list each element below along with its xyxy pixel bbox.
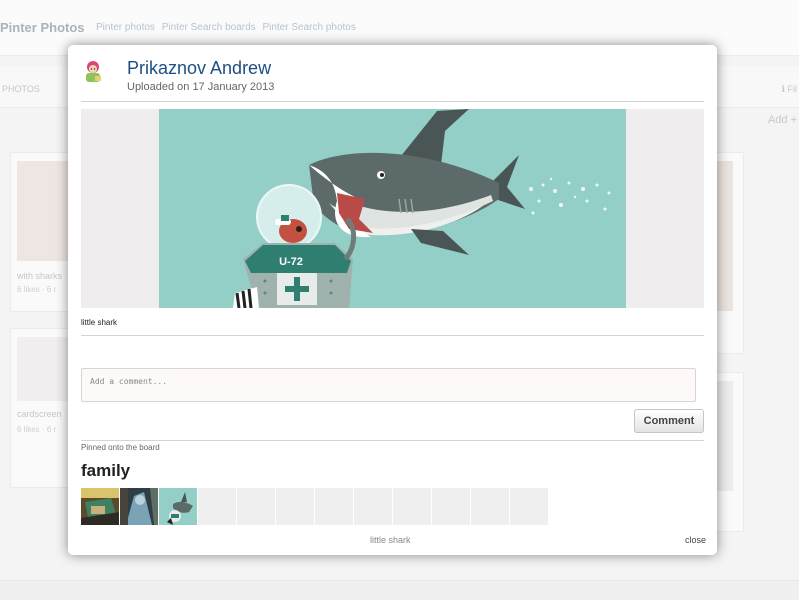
close-link[interactable]: close [685, 535, 706, 545]
board-thumbnail-empty [237, 488, 276, 525]
nav-link-search-photos[interactable]: Pinter Search photos [262, 22, 355, 33]
upload-date: Uploaded on 17 January 2013 [127, 81, 275, 93]
board-thumbnail[interactable] [120, 488, 159, 525]
board-thumbnail[interactable] [81, 488, 120, 525]
add-button[interactable]: Add + [768, 114, 797, 126]
photo-frame: U-72 [81, 109, 704, 308]
board-name[interactable]: family [81, 461, 130, 481]
pinned-label: Pinned onto the board [81, 443, 160, 452]
background-footer [0, 580, 799, 600]
photo-caption: little shark [81, 318, 118, 327]
comment-button[interactable]: Comment [634, 409, 704, 433]
card-thumbnail [717, 161, 733, 311]
board-thumbnail-empty [510, 488, 549, 525]
divider [81, 101, 704, 102]
background-card[interactable] [714, 372, 744, 532]
card-thumbnail [717, 381, 733, 491]
bottom-caption: little shark [370, 535, 411, 545]
site-logo[interactable]: Pinter Photos [0, 20, 85, 35]
tab-photos[interactable]: PHOTOS [2, 84, 40, 94]
board-thumbnail-empty [354, 488, 393, 525]
comment-input[interactable]: Add a comment... [81, 368, 696, 402]
site-nav: Pinter photos Pinter Search boards Pinte… [96, 22, 360, 33]
background-card[interactable] [714, 152, 744, 354]
nav-link-search-boards[interactable]: Pinter Search boards [162, 22, 256, 33]
nav-link-photos[interactable]: Pinter photos [96, 22, 155, 33]
card-meta: 6 likes · 6 r [17, 425, 57, 434]
board-thumbnail-empty [471, 488, 510, 525]
board-thumbnail-empty [276, 488, 315, 525]
divider [81, 335, 704, 336]
svg-text:U-72: U-72 [279, 256, 303, 268]
board-thumbnails [81, 488, 549, 525]
filter-link[interactable]: ℹ Fil [782, 84, 797, 95]
board-thumbnail-empty [198, 488, 237, 525]
user-name[interactable]: Prikaznov Andrew [127, 58, 271, 79]
avatar[interactable] [82, 58, 104, 84]
card-meta: 6 likes · 6 r [17, 285, 57, 294]
board-thumbnail-empty [393, 488, 432, 525]
photo-image[interactable]: U-72 [159, 109, 626, 308]
photo-modal: Prikaznov Andrew Uploaded on 17 January … [68, 45, 717, 555]
board-thumbnail-empty [315, 488, 354, 525]
board-thumbnail-empty [432, 488, 471, 525]
card-title: with sharks [17, 271, 63, 281]
card-title: cardscreen [17, 409, 62, 419]
board-thumbnail[interactable] [159, 488, 198, 525]
divider [81, 440, 704, 441]
